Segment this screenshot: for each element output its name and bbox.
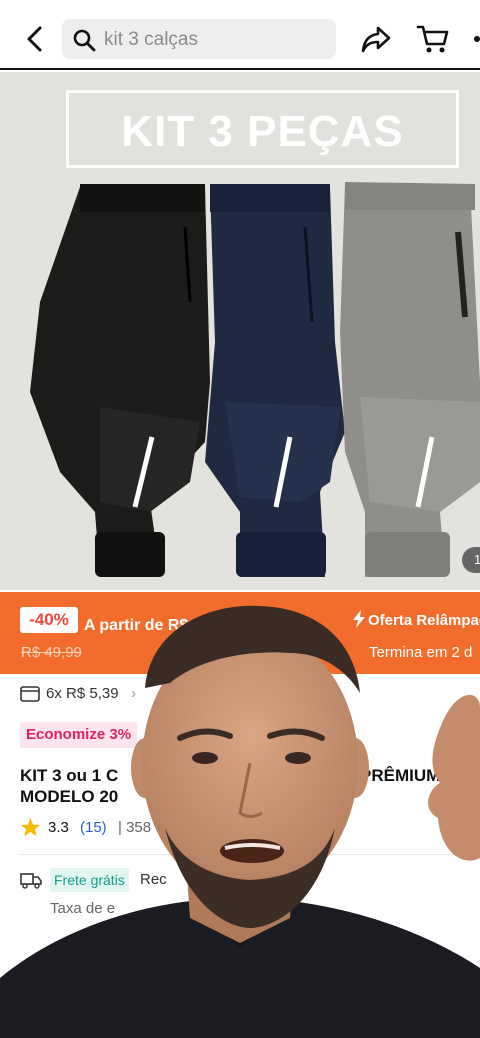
presenter-video-overlay bbox=[0, 605, 480, 1038]
black-pants bbox=[30, 184, 210, 577]
share-icon[interactable] bbox=[360, 24, 392, 54]
search-icon bbox=[73, 29, 96, 52]
back-arrow-icon[interactable] bbox=[18, 22, 52, 56]
cart-icon[interactable] bbox=[416, 23, 450, 55]
more-options-icon[interactable] bbox=[474, 36, 480, 42]
navy-pants bbox=[205, 184, 345, 577]
search-bar[interactable]: kit 3 calças bbox=[62, 19, 336, 59]
product-image[interactable]: KIT 3 PEÇAS 1 bbox=[0, 72, 480, 590]
banner-text: KIT 3 PEÇAS bbox=[121, 107, 404, 156]
pants-illustration bbox=[30, 182, 480, 577]
search-query: kit 3 calças bbox=[104, 29, 198, 50]
banner-frame: KIT 3 PEÇAS bbox=[66, 90, 459, 168]
grey-pants bbox=[340, 182, 480, 577]
top-bar: kit 3 calças bbox=[0, 0, 480, 70]
